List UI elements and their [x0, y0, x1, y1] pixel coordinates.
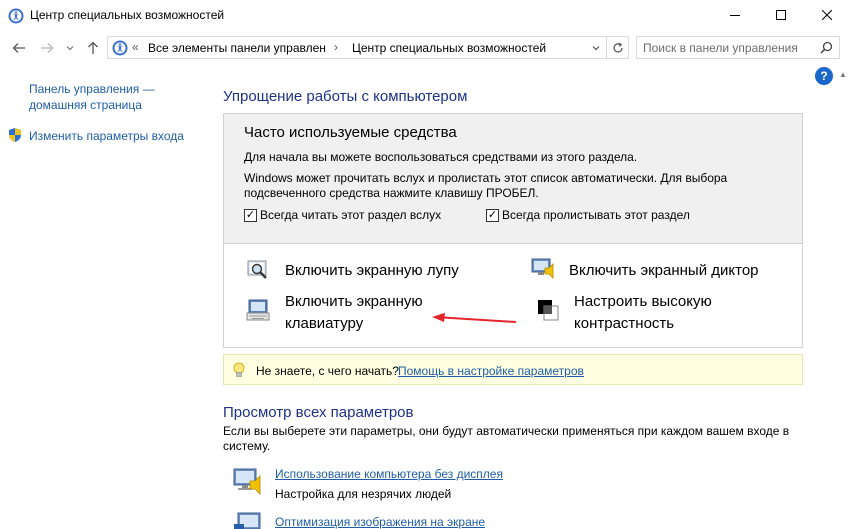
- close-icon: [822, 10, 832, 20]
- magnifier-icon: [247, 260, 267, 279]
- common-tools-intro: Для начала вы можете воспользоваться сре…: [244, 150, 638, 164]
- refresh-button[interactable]: [607, 36, 629, 59]
- scrollbar-up-arrow[interactable]: ▲: [836, 67, 850, 81]
- forward-button[interactable]: [38, 39, 56, 57]
- refresh-icon: [612, 42, 623, 52]
- optimize-display-link[interactable]: Оптимизация изображения на экране: [275, 515, 485, 529]
- use-without-display-link[interactable]: Использование компьютера без дисплея: [275, 467, 503, 481]
- auto-scan-checkbox[interactable]: ✓ Всегда пролистывать этот раздел: [486, 208, 690, 222]
- arrow-left-icon: [12, 43, 25, 53]
- uac-shield-icon: [9, 128, 21, 142]
- address-bar[interactable]: « Все элементы панели управлен › Центр с…: [107, 36, 607, 59]
- high-contrast-label-line1: Настроить высокую: [574, 293, 712, 310]
- search-input[interactable]: [643, 40, 815, 56]
- common-tools-title: Часто используемые средства: [244, 124, 457, 141]
- address-dropdown-button[interactable]: [586, 36, 607, 59]
- minimize-icon: [730, 15, 740, 16]
- chevron-down-icon: [592, 45, 600, 50]
- minimize-button[interactable]: [712, 0, 758, 30]
- up-button[interactable]: [84, 39, 102, 57]
- all-settings-description: Если вы выберете эти параметры, они буду…: [223, 424, 790, 453]
- breadcrumb-separator[interactable]: ›: [334, 40, 338, 54]
- maximize-icon: [776, 10, 786, 20]
- close-button[interactable]: [804, 0, 850, 30]
- breadcrumb-overflow[interactable]: «: [132, 40, 139, 54]
- maximize-button[interactable]: [758, 0, 804, 30]
- change-signin-settings-link[interactable]: Изменить параметры входа: [29, 129, 184, 143]
- control-panel-icon: [112, 40, 128, 56]
- lightbulb-icon: [233, 362, 245, 377]
- high-contrast-label-line2: контрастность: [574, 315, 675, 332]
- search-icon[interactable]: [820, 41, 833, 54]
- recent-locations-button[interactable]: [64, 39, 76, 57]
- arrow-right-icon: [41, 43, 54, 53]
- use-without-display-desc: Настройка для незрячих людей: [275, 487, 452, 501]
- monitor-icon: [234, 512, 261, 529]
- back-button[interactable]: [10, 39, 28, 57]
- control-panel-home-link[interactable]: Панель управления — домашняя страница: [29, 81, 179, 113]
- accessibility-center-icon: [8, 8, 24, 24]
- section-heading-ease-of-use: Упрощение работы с компьютером: [223, 88, 468, 105]
- getting-started-tip: Не знаете, с чего начать? Помощь в настр…: [223, 354, 803, 385]
- high-contrast-icon: [538, 300, 559, 321]
- keyboard-label-line2: клавиатуру: [285, 315, 364, 332]
- keyboard-label-line1: Включить экранную: [285, 293, 423, 310]
- auto-scan-label: Всегда пролистывать этот раздел: [502, 208, 690, 222]
- window-title: Центр специальных возможностей: [30, 8, 225, 22]
- keyboard-icon: [246, 299, 270, 321]
- breadcrumb-accessibility-center[interactable]: Центр специальных возможностей: [352, 41, 546, 55]
- chevron-down-icon: [66, 46, 74, 51]
- breadcrumb-all-items[interactable]: Все элементы панели управлен: [148, 41, 326, 55]
- title-bar: Центр специальных возможностей: [0, 0, 850, 32]
- narrator-icon: [531, 258, 554, 279]
- help-icon: ?: [820, 69, 828, 83]
- monitor-speaker-icon: [233, 468, 261, 495]
- read-aloud-label: Всегда читать этот раздел вслух: [260, 208, 442, 222]
- common-tools-header: Часто используемые средства Для начала в…: [224, 114, 802, 244]
- help-button[interactable]: ?: [815, 67, 833, 85]
- arrow-up-icon: [88, 41, 98, 54]
- magnifier-label: Включить экранную лупу: [285, 262, 459, 279]
- checkbox-checked-icon[interactable]: ✓: [486, 208, 499, 222]
- section-heading-all-settings: Просмотр всех параметров: [223, 404, 414, 421]
- read-aloud-checkbox[interactable]: ✓ Всегда читать этот раздел вслух: [244, 208, 441, 222]
- common-tools-description: Windows может прочитать вслух и пролиста…: [244, 171, 728, 200]
- checkbox-checked-icon[interactable]: ✓: [244, 208, 257, 222]
- settings-help-link[interactable]: Помощь в настройке параметров: [398, 364, 584, 378]
- search-box[interactable]: [636, 36, 840, 59]
- tip-text: Не знаете, с чего начать?: [256, 364, 399, 378]
- annotation-arrow-icon: [432, 312, 517, 323]
- narrator-label: Включить экранный диктор: [569, 262, 759, 279]
